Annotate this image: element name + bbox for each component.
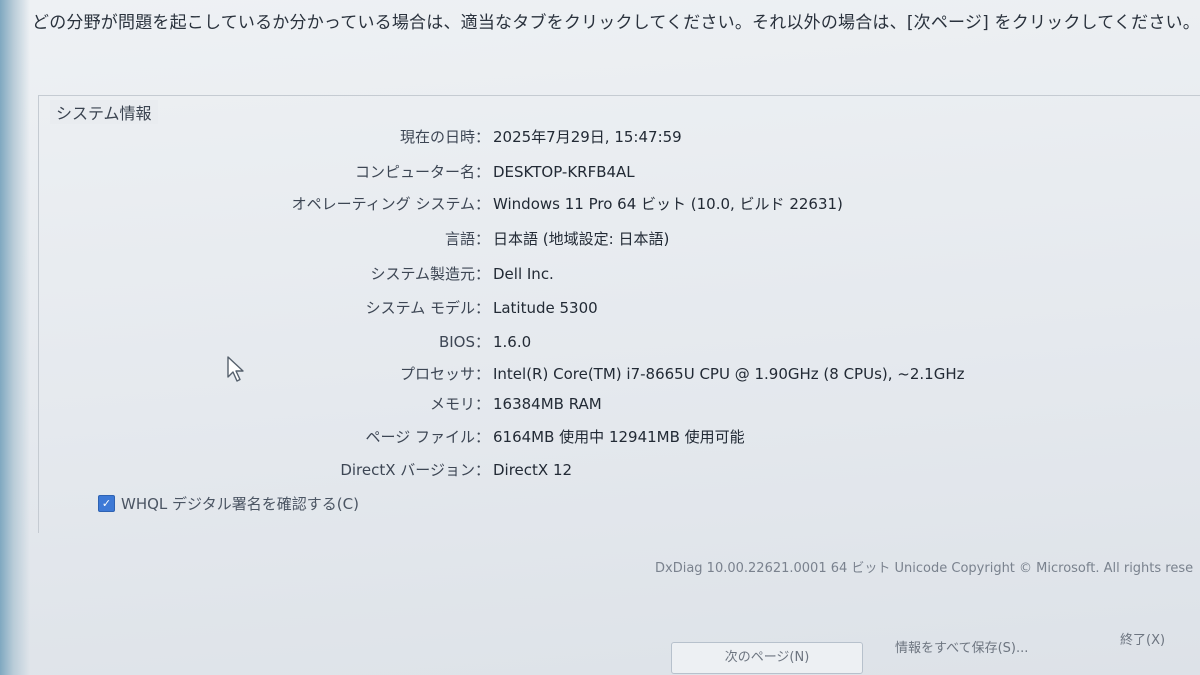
info-value: 16384MB RAM [493,395,602,414]
info-label: オペレーティング システム： [291,194,490,213]
info-value: Dell Inc. [493,265,554,284]
info-label: システム製造元： [370,265,490,284]
info-row-value-wrap: DirectX 12 [493,457,1193,483]
info-value: 1.6.0 [493,332,532,351]
info-row-value-wrap: 16384MB RAM [493,391,1193,417]
info-row-label-wrap: メモリ： [0,391,490,417]
info-label: ページ ファイル： [365,428,490,447]
version-text: DxDiag 10.00.22621.0001 64 ビット Unicode C… [655,561,1194,576]
whql-checkbox[interactable]: ✓ [98,494,115,512]
next-page-button[interactable]: 次のページ(N) [671,642,863,674]
checkmark-icon: ✓ [101,496,112,510]
info-row-value-wrap: 2025年7月29日, 15:47:59 [493,124,1193,150]
info-row-label-wrap: 現在の日時： [0,124,490,150]
info-label: 現在の日時： [399,128,490,146]
save-all-info-button[interactable]: 情報をすべて保存(S)... [895,634,1045,664]
info-value: DESKTOP-KRFB4AL [493,162,635,181]
info-label: メモリ： [429,395,490,414]
info-label: 言語： [444,230,490,249]
info-row-value-wrap: Intel(R) Core(TM) i7-8665U CPU @ 1.90GHz… [493,361,1193,387]
info-row-label-wrap: BIOS： [0,329,490,355]
info-row-value-wrap: Latitude 5300 [493,295,1193,321]
info-label: コンピューター名： [354,162,490,181]
system-info-title: システム情報 [50,100,158,124]
whql-checkbox-label: WHQL デジタル署名を確認する(C) [121,494,359,513]
info-value: DirectX 12 [493,461,573,479]
info-label: システム モデル： [365,299,490,317]
info-row-label-wrap: 言語： [0,226,490,252]
info-row-label-wrap: DirectX バージョン： [0,457,490,483]
info-row-value-wrap: 1.6.0 [493,329,1193,355]
info-label: BIOS： [438,332,490,351]
info-row-label-wrap: システム モデル： [0,295,490,321]
info-value: Windows 11 Pro 64 ビット (10.0, ビルド 22631) [493,194,843,213]
info-row-label-wrap: コンピューター名： [0,159,490,185]
info-value: 2025年7月29日, 15:47:59 [493,128,682,146]
mouse-cursor-icon [227,356,244,382]
info-value: 6164MB 使用中 12941MB 使用可能 [493,428,745,447]
info-row-value-wrap: Dell Inc. [493,261,1193,287]
info-row-value-wrap: 6164MB 使用中 12941MB 使用可能 [493,424,1193,450]
info-value: 日本語 (地域設定: 日本語) [493,230,670,249]
info-label: DirectX バージョン： [340,461,490,479]
info-row-value-wrap: 日本語 (地域設定: 日本語) [493,226,1193,252]
info-row-value-wrap: DESKTOP-KRFB4AL [493,159,1193,185]
info-row-value-wrap: Windows 11 Pro 64 ビット (10.0, ビルド 22631) [493,191,1193,217]
info-value: Intel(R) Core(TM) i7-8665U CPU @ 1.90GHz… [493,364,965,383]
whql-checkbox-row[interactable]: ✓ WHQL デジタル署名を確認する(C) [98,492,359,514]
info-row-label-wrap: システム製造元： [0,261,490,287]
instruction-text: どの分野が問題を起こしているか分かっている場合は、適当なタブをクリックしてくださ… [32,13,1200,33]
info-row-label-wrap: ページ ファイル： [0,424,490,450]
info-row-label-wrap: オペレーティング システム： [0,191,490,217]
exit-button[interactable]: 終了(X) [1120,626,1200,656]
info-value: Latitude 5300 [493,299,598,317]
info-label: プロセッサ： [399,364,490,383]
